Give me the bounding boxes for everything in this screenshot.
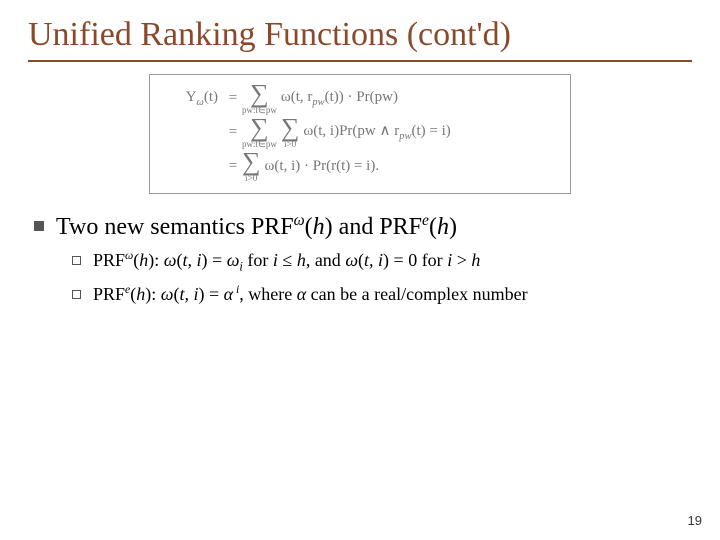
var-omega: ω: [161, 284, 174, 304]
eq-body: ω(t, i)Pr(pw ∧ r: [303, 123, 399, 139]
hollow-bullet-icon: [72, 256, 81, 265]
eq-body-tail: (t)) · Pr(pw): [325, 89, 398, 105]
var-omega: ω: [164, 250, 177, 270]
le-symbol: ≤: [278, 250, 297, 270]
subbullet2-text: PRFe(h): ω(t, i) = α i, where α can be a…: [93, 283, 528, 305]
bullet-level2-1: PRFω(h): ω(t, i) = ωi for i ≤ h, and ω(t…: [72, 249, 692, 275]
text: ):: [145, 284, 161, 304]
sigma-sub: i>0: [284, 140, 296, 149]
eq-body: ω(t, i) · Pr(r(t) = i).: [265, 159, 380, 175]
text: ) = 0 for: [383, 250, 447, 270]
hollow-bullet-icon: [72, 290, 81, 299]
var-omega: ω: [227, 250, 240, 270]
equation-row-3: = ∑ i>0 ω(t, i) · Pr(r(t) = i).: [160, 151, 560, 183]
gt-symbol: >: [452, 250, 471, 270]
text: ) =: [198, 284, 223, 304]
subbullet1-text: PRFω(h): ω(t, i) = ωi for i ≤ h, and ω(t…: [93, 249, 480, 275]
text: PRF: [93, 284, 125, 304]
text: ): [449, 214, 457, 240]
eq-body-sub: pw: [312, 97, 324, 108]
eq-lhs-arg: (t): [204, 89, 218, 105]
superscript: ω: [294, 212, 305, 229]
bullet-level2-2: PRFe(h): ω(t, i) = α i, where α can be a…: [72, 283, 692, 305]
superscript: e: [422, 212, 429, 229]
slide: Unified Ranking Functions (cont'd) Υω(t)…: [0, 0, 720, 540]
bullet1-text: Two new semantics PRFω(h) and PRFe(h): [56, 212, 457, 241]
var-h: h: [471, 250, 480, 270]
sigma-icon: ∑ pw:t∈pw: [242, 117, 277, 149]
eq-lhs-sub: ω: [196, 97, 203, 108]
var-h: h: [437, 214, 449, 240]
eq-body: ω(t, r: [281, 89, 313, 105]
sigma-sub: i>0: [245, 174, 257, 183]
text: ) and PRF: [325, 214, 422, 240]
var-h: h: [139, 250, 148, 270]
slide-title: Unified Ranking Functions (cont'd): [28, 12, 692, 62]
var-alpha: α: [224, 284, 233, 304]
bullet-level1: Two new semantics PRFω(h) and PRFe(h): [34, 212, 692, 241]
var-h: h: [136, 284, 145, 304]
text: (: [305, 214, 313, 240]
equation-row-2: = ∑ pw:t∈pw ∑ i>0 ω(t, i)Pr(pw ∧ rpw(t) …: [160, 117, 560, 149]
equation-row-1: Υω(t) = ∑ pw:t∈pw ω(t, rpw(t)) · Pr(pw): [160, 83, 560, 115]
text: (: [429, 214, 437, 240]
sigma-icon: ∑ i>0: [281, 117, 300, 149]
eq-body-tail: (t) = i): [412, 123, 451, 139]
var-omega: ω: [345, 250, 358, 270]
content-body: Two new semantics PRFω(h) and PRFe(h) PR…: [28, 212, 692, 305]
text: can be a real/complex number: [306, 284, 527, 304]
text: , where: [239, 284, 296, 304]
eq-lhs-sym: Υ: [186, 89, 197, 105]
text: Two new semantics PRF: [56, 214, 294, 240]
page-number: 19: [688, 513, 702, 528]
text: PRF: [93, 250, 125, 270]
sigma-icon: ∑ i>0: [242, 151, 261, 183]
text: ) =: [202, 250, 227, 270]
square-bullet-icon: [34, 221, 44, 231]
var-ti: t, i: [364, 250, 383, 270]
var-alpha: α: [297, 284, 306, 304]
text: for: [243, 250, 273, 270]
var-h: h: [313, 214, 325, 240]
eq-body-sub: pw: [399, 131, 411, 142]
sigma-icon: ∑ pw:t∈pw: [242, 83, 277, 115]
var-ti: t, i: [179, 284, 198, 304]
var-h: h: [297, 250, 306, 270]
equation-box: Υω(t) = ∑ pw:t∈pw ω(t, rpw(t)) · Pr(pw) …: [149, 74, 571, 194]
var-ti: t, i: [183, 250, 202, 270]
text: ):: [148, 250, 164, 270]
text: , and: [306, 250, 346, 270]
